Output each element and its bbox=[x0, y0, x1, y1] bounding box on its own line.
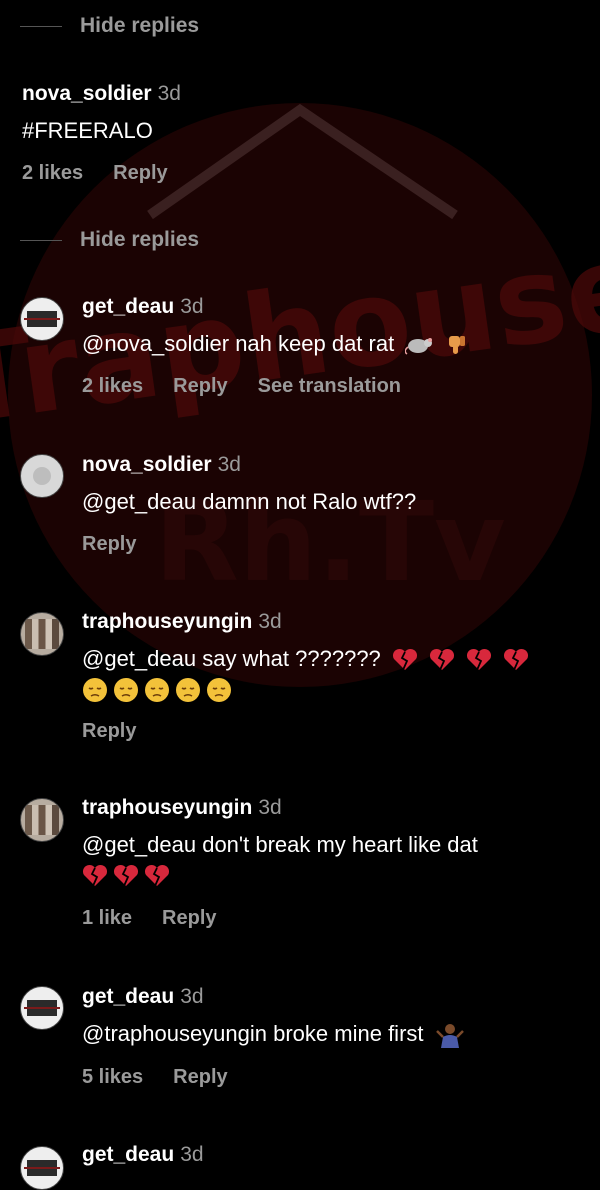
hide-replies-toggle[interactable]: Hide replies bbox=[20, 228, 199, 252]
comment-text-row: @get_deau say what ??????? bbox=[82, 646, 529, 672]
broken-heart-icon bbox=[467, 649, 492, 671]
comment-meta: 1 like Reply bbox=[82, 907, 247, 930]
broken-heart-icon bbox=[504, 649, 529, 671]
comment-text: @nova_soldier nah keep dat rat bbox=[82, 331, 395, 356]
comment-meta: Reply bbox=[82, 533, 166, 556]
likes-count[interactable]: 2 likes bbox=[22, 162, 83, 184]
reply-button[interactable]: Reply bbox=[162, 907, 216, 929]
comment-time: 3d bbox=[258, 610, 282, 633]
pensive-face-icon bbox=[114, 678, 138, 702]
comment-text-row: @traphouseyungin broke mine first bbox=[82, 1021, 465, 1049]
comment-text: #FREERALO bbox=[22, 118, 153, 143]
comment-username[interactable]: get_deau 3d bbox=[82, 1143, 204, 1167]
avatar[interactable] bbox=[20, 986, 64, 1030]
comment-text: @get_deau say what ??????? bbox=[82, 646, 381, 671]
see-translation-link[interactable]: See translation bbox=[258, 375, 401, 397]
broken-heart-icon bbox=[82, 864, 108, 887]
comment-time: 3d bbox=[180, 295, 204, 318]
pensive-face-icon bbox=[83, 678, 107, 702]
comment-meta: 2 likes Reply bbox=[22, 162, 198, 185]
reply-button[interactable]: Reply bbox=[173, 1066, 227, 1088]
comment-username[interactable]: traphouseyungin 3d bbox=[82, 610, 282, 634]
avatar[interactable] bbox=[20, 454, 64, 498]
thumbs-down-icon bbox=[449, 336, 466, 355]
comment-time: 3d bbox=[180, 1143, 204, 1166]
likes-count[interactable]: 1 like bbox=[82, 907, 132, 929]
broken-heart-icon bbox=[430, 649, 455, 671]
comment-username[interactable]: nova_soldier 3d bbox=[22, 82, 181, 106]
comment-meta: 5 likes Reply bbox=[82, 1066, 258, 1089]
broken-heart-icon bbox=[392, 649, 417, 671]
person-shrugging-icon bbox=[435, 1024, 464, 1049]
comment-username[interactable]: nova_soldier 3d bbox=[82, 453, 241, 477]
comment-meta: 2 likes Reply See translation bbox=[82, 375, 431, 398]
divider-line bbox=[20, 25, 62, 27]
reply-button[interactable]: Reply bbox=[82, 720, 136, 742]
comment-text-row: @nova_soldier nah keep dat rat bbox=[82, 331, 470, 357]
hide-replies-label: Hide replies bbox=[80, 14, 200, 37]
comment-username[interactable]: get_deau 3d bbox=[82, 295, 204, 319]
avatar[interactable] bbox=[20, 798, 64, 842]
comment-username[interactable]: traphouseyungin 3d bbox=[82, 796, 282, 820]
avatar[interactable] bbox=[20, 612, 64, 656]
pensive-face-icon bbox=[207, 678, 231, 702]
comment-username[interactable]: get_deau 3d bbox=[82, 985, 204, 1009]
emoji-row bbox=[82, 864, 175, 888]
comment-time: 3d bbox=[258, 796, 282, 819]
comment-text: @get_deau damnn not Ralo wtf?? bbox=[82, 489, 417, 514]
comment-text: @traphouseyungin broke mine first bbox=[82, 1021, 424, 1046]
reply-button[interactable]: Reply bbox=[113, 162, 167, 184]
reply-button[interactable]: Reply bbox=[173, 375, 227, 397]
comment-meta: Reply bbox=[82, 720, 166, 743]
broken-heart-icon bbox=[113, 864, 139, 887]
avatar[interactable] bbox=[20, 1146, 64, 1190]
comment-time: 3d bbox=[157, 82, 181, 105]
hide-replies-label: Hide replies bbox=[80, 228, 200, 251]
comment-time: 3d bbox=[217, 453, 241, 476]
divider-line bbox=[20, 239, 62, 241]
likes-count[interactable]: 2 likes bbox=[82, 375, 143, 397]
pensive-face-icon bbox=[176, 678, 200, 702]
likes-count[interactable]: 5 likes bbox=[82, 1066, 143, 1088]
hide-replies-toggle[interactable]: Hide replies bbox=[20, 14, 199, 38]
comment-time: 3d bbox=[180, 985, 204, 1008]
emoji-row bbox=[82, 677, 237, 703]
reply-button[interactable]: Reply bbox=[82, 533, 136, 555]
pensive-face-icon bbox=[145, 678, 169, 702]
comment-text: @get_deau don't break my heart like dat bbox=[82, 832, 478, 857]
rat-icon bbox=[405, 338, 433, 355]
avatar[interactable] bbox=[20, 297, 64, 341]
broken-heart-icon bbox=[144, 864, 170, 887]
